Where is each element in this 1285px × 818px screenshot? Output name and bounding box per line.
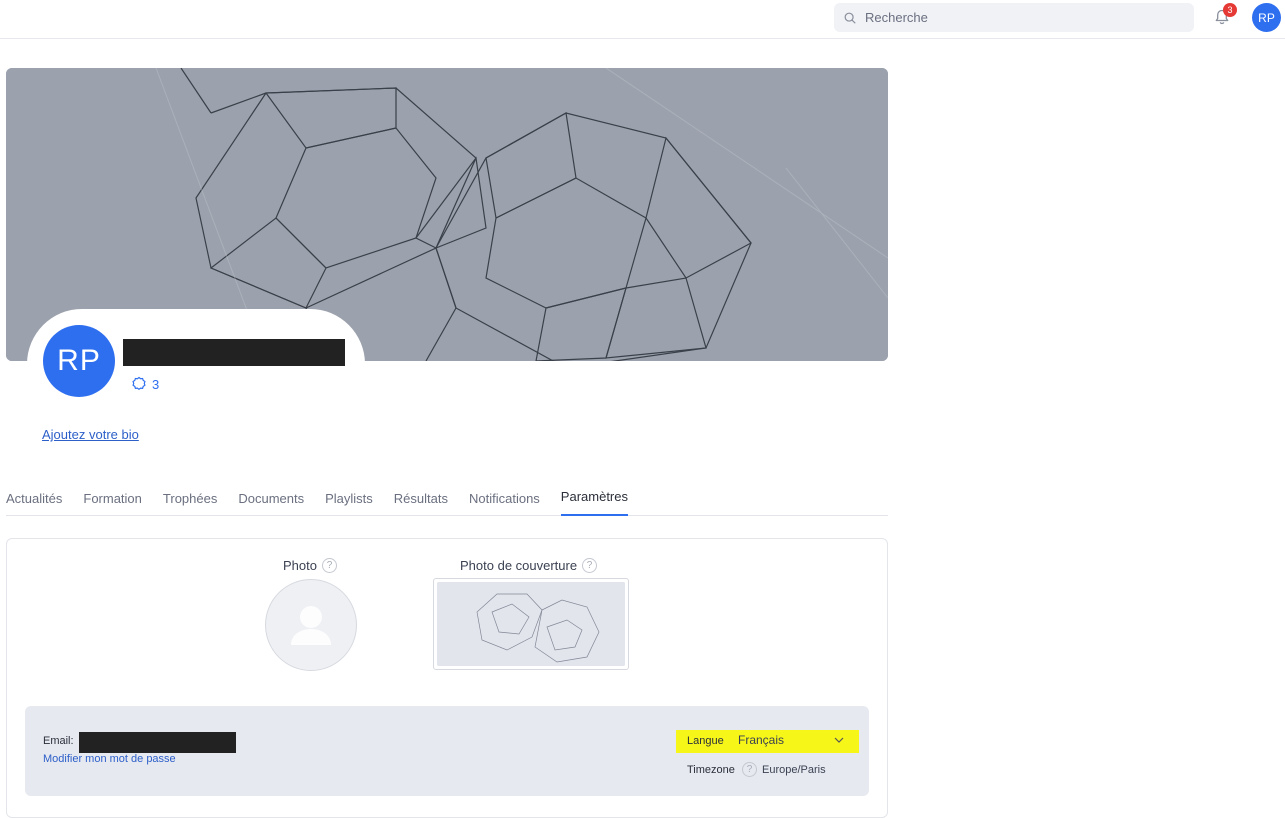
timezone-value: Europe/Paris — [762, 764, 826, 776]
photo-label: Photo ? — [283, 558, 337, 573]
points-count: 3 — [152, 376, 160, 392]
tab-parametres[interactable]: Paramètres — [560, 480, 628, 516]
change-password-link[interactable]: Modifier mon mot de passe — [43, 753, 176, 765]
user-avatar[interactable]: RP — [1252, 3, 1281, 32]
photo-label-text: Photo — [283, 558, 317, 573]
language-value: Français — [738, 733, 785, 747]
tab-documents[interactable]: Documents — [238, 480, 304, 516]
timezone-label: Timezone — [687, 764, 735, 776]
points-badge: 3 — [131, 376, 159, 392]
user-silhouette-icon — [291, 606, 331, 645]
cover-photo-label: Photo de couverture ? — [460, 558, 598, 573]
tab-notifications[interactable]: Notifications — [469, 480, 540, 516]
search-input[interactable] — [865, 10, 1165, 25]
email-label: Email: — [43, 735, 74, 747]
tab-actualites[interactable]: Actualités — [6, 480, 62, 516]
email-value-redacted — [79, 732, 236, 753]
cover-photo-thumbnail — [437, 582, 625, 666]
badge-icon — [132, 376, 146, 391]
profile-tabs: Actualités Formation Trophées Documents … — [6, 480, 888, 516]
tab-trophees[interactable]: Trophées — [163, 480, 217, 516]
notification-badge: 3 — [1223, 3, 1237, 17]
help-icon[interactable]: ? — [582, 558, 598, 573]
tab-formation[interactable]: Formation — [83, 480, 142, 516]
tab-resultats[interactable]: Résultats — [394, 480, 448, 516]
profile-photo-upload[interactable] — [265, 579, 357, 671]
help-icon[interactable]: ? — [321, 558, 337, 573]
search-box[interactable] — [834, 3, 1194, 32]
tab-playlists[interactable]: Playlists — [325, 480, 373, 516]
top-bar: 3 RP — [0, 0, 1285, 39]
search-icon — [844, 12, 856, 24]
language-select[interactable]: Français — [729, 726, 850, 754]
help-icon[interactable]: ? — [742, 762, 757, 777]
add-bio-link[interactable]: Ajoutez votre bio — [42, 427, 139, 442]
profile-avatar[interactable]: RP — [43, 325, 115, 397]
cover-photo-upload[interactable] — [433, 578, 629, 670]
language-label: Langue — [687, 735, 724, 747]
cover-photo-label-text: Photo de couverture — [460, 558, 578, 573]
chevron-down-icon — [834, 737, 844, 743]
profile-name-redacted — [123, 339, 345, 366]
